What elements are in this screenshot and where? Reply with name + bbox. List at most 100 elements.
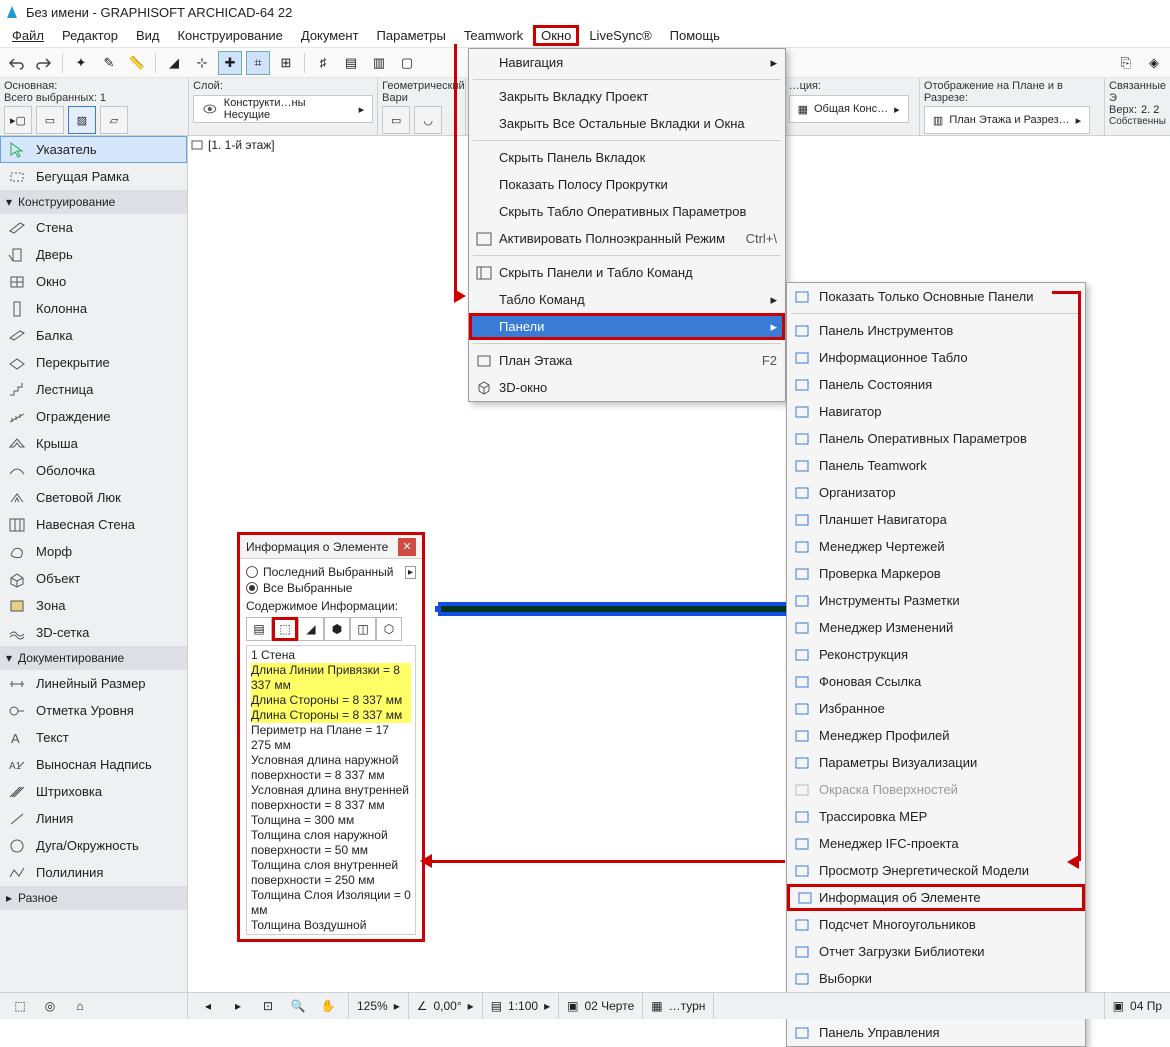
menu-options[interactable]: Параметры <box>369 25 454 46</box>
status-home-icon[interactable]: ⌂ <box>68 994 92 1018</box>
zoom-fit-icon[interactable]: ⊡ <box>256 994 280 1018</box>
status-pan-icon[interactable]: ⬚ <box>8 994 32 1018</box>
panel-item[interactable]: Показать Только Основные Панели <box>787 283 1085 310</box>
panel-item[interactable]: Информационное Табло <box>787 344 1085 371</box>
tool-line[interactable]: Линия <box>0 805 187 832</box>
panel-item[interactable]: Панель Состояния <box>787 371 1085 398</box>
chevron-right-icon[interactable]: ▸ <box>405 566 416 579</box>
tool-marquee[interactable]: Бегущая Рамка <box>0 163 187 190</box>
menu-help[interactable]: Помощь <box>662 25 728 46</box>
view-tab[interactable]: [1. 1-й этаж] <box>190 138 275 152</box>
menu-show-scroll[interactable]: Показать Полосу Прокрутки <box>469 171 785 198</box>
tool-zone[interactable]: Зона <box>0 592 187 619</box>
box-icon[interactable]: ▢ <box>395 51 419 75</box>
panel-item[interactable]: Отчет Загрузки Библиотеки <box>787 938 1085 965</box>
panel-item[interactable]: Панель Оперативных Параметров <box>787 425 1085 452</box>
panel-item[interactable]: Избранное <box>787 695 1085 722</box>
panel-item[interactable]: Трассировка MEP <box>787 803 1085 830</box>
geom-straight-icon[interactable]: ▭ <box>382 106 410 134</box>
pointer-mode-icon[interactable]: ▸▢ <box>4 106 32 134</box>
snap4-icon[interactable]: ⊞ <box>274 51 298 75</box>
radio-last-selected[interactable]: Последний Выбранный▸ <box>246 565 416 579</box>
toolbox-header-design[interactable]: ▾Конструирование <box>0 190 187 214</box>
geom-curved-icon[interactable]: ◡ <box>414 106 442 134</box>
menu-view[interactable]: Вид <box>128 25 168 46</box>
tool-shell[interactable]: Оболочка <box>0 457 187 484</box>
menu-teamwork[interactable]: Teamwork <box>456 25 531 46</box>
layer-selector[interactable]: Конструкти…ны Несущие ▸ <box>193 95 373 123</box>
panel-item[interactable]: Параметры Визуализации <box>787 749 1085 776</box>
tool-fill[interactable]: Штриховка <box>0 778 187 805</box>
menu-close-others[interactable]: Закрыть Все Остальные Вкладки и Окна <box>469 110 785 137</box>
menu-3dwindow[interactable]: 3D-окно <box>469 374 785 401</box>
angle-display[interactable]: ∠0,00°▸ <box>409 993 483 1019</box>
panel-item[interactable]: Выборки <box>787 965 1085 992</box>
doc-ext[interactable]: ▦…турн <box>643 993 714 1019</box>
nav-next-icon[interactable]: ▸ <box>226 994 250 1018</box>
tool-arc[interactable]: Дуга/Окружность <box>0 832 187 859</box>
tool-label[interactable]: A1Выносная Надпись <box>0 751 187 778</box>
panel-item[interactable]: Менеджер IFC-проекта <box>787 830 1085 857</box>
menu-panels[interactable]: Панели▸ <box>469 313 785 340</box>
tool-window[interactable]: Окно <box>0 268 187 295</box>
tool-dimension[interactable]: Линейный Размер <box>0 670 187 697</box>
zoom-level[interactable]: 125%▸ <box>349 993 409 1019</box>
panel-item[interactable]: Организатор <box>787 479 1085 506</box>
tool-column[interactable]: Колонна <box>0 295 187 322</box>
panel-item[interactable]: Реконструкция <box>787 641 1085 668</box>
panel-item[interactable]: Менеджер Изменений <box>787 614 1085 641</box>
panel-item[interactable]: Фоновая Ссылка <box>787 668 1085 695</box>
panel-item[interactable]: Панель Teamwork <box>787 452 1085 479</box>
ruler-icon[interactable]: 📏 <box>125 51 149 75</box>
panel-item[interactable]: Проверка Маркеров <box>787 560 1085 587</box>
tool-skylight[interactable]: Световой Люк <box>0 484 187 511</box>
undo-icon[interactable] <box>4 51 28 75</box>
panel-item[interactable]: Менеджер Профилей <box>787 722 1085 749</box>
tab-dimensions-icon[interactable]: ⬚ <box>272 617 298 641</box>
menu-edit[interactable]: Редактор <box>54 25 126 46</box>
filter-icon[interactable]: ▥ <box>367 51 391 75</box>
layers-icon[interactable]: ▤ <box>339 51 363 75</box>
wall-mode-icon[interactable]: ▨ <box>68 106 96 134</box>
tab-general-icon[interactable]: ▤ <box>246 617 272 641</box>
menu-hide-quick[interactable]: Скрыть Табло Оперативных Параметров <box>469 198 785 225</box>
tool-wall[interactable]: Стена <box>0 214 187 241</box>
close-icon[interactable]: ✕ <box>398 538 416 556</box>
angle-icon[interactable]: ◢ <box>162 51 186 75</box>
panel-item[interactable]: Просмотр Энергетической Модели <box>787 857 1085 884</box>
radio-all-selected[interactable]: Все Выбранные <box>246 581 416 595</box>
slab-mode-icon[interactable]: ▱ <box>100 106 128 134</box>
view-name[interactable]: ▣02 Черте <box>559 993 643 1019</box>
tool-door[interactable]: Дверь <box>0 241 187 268</box>
menu-hide-panels[interactable]: Скрыть Панели и Табло Команд <box>469 259 785 286</box>
menu-command-bars[interactable]: Табло Команд▸ <box>469 286 785 313</box>
tool-curtainwall[interactable]: Навесная Стена <box>0 511 187 538</box>
tool-beam[interactable]: Балка <box>0 322 187 349</box>
grid-icon[interactable]: ♯ <box>311 51 335 75</box>
menu-window[interactable]: Окно <box>533 25 579 46</box>
view2-icon[interactable]: ◈ <box>1142 51 1166 75</box>
tool-morph[interactable]: Морф <box>0 538 187 565</box>
panel-item[interactable]: Подсчет Многоугольников <box>787 911 1085 938</box>
tab-other-icon[interactable]: ⬡ <box>376 617 402 641</box>
redo-icon[interactable] <box>32 51 56 75</box>
display-selector[interactable]: ▥ План Этажа и Разрез… ▸ <box>924 106 1090 134</box>
menu-close-tab[interactable]: Закрыть Вкладку Проект <box>469 83 785 110</box>
toolbox-header-misc[interactable]: ▸Разное <box>0 886 187 910</box>
marquee-mode-icon[interactable]: ▭ <box>36 106 64 134</box>
tool-polyline[interactable]: Полилиния <box>0 859 187 886</box>
panel-item[interactable]: Панель Инструментов <box>787 317 1085 344</box>
menu-file[interactable]: Файл <box>4 25 52 46</box>
panel-item[interactable]: Навигатор <box>787 398 1085 425</box>
wand-icon[interactable]: ✦ <box>69 51 93 75</box>
view-right[interactable]: ▣04 Пр <box>1104 993 1170 1019</box>
view1-icon[interactable]: ⎘ <box>1114 51 1138 75</box>
tab-volume-icon[interactable]: ⬢ <box>324 617 350 641</box>
tool-slab[interactable]: Перекрытие <box>0 349 187 376</box>
menubar[interactable]: Файл Редактор Вид Конструирование Докуме… <box>0 24 1170 48</box>
menu-design[interactable]: Конструирование <box>169 25 290 46</box>
snap3-icon[interactable]: ⌗ <box>246 51 270 75</box>
menu-document[interactable]: Документ <box>293 25 367 46</box>
menu-navigation[interactable]: Навигация▸ <box>469 49 785 76</box>
element-info-panel[interactable]: Информация о Элементе ✕ Последний Выбран… <box>237 532 425 942</box>
